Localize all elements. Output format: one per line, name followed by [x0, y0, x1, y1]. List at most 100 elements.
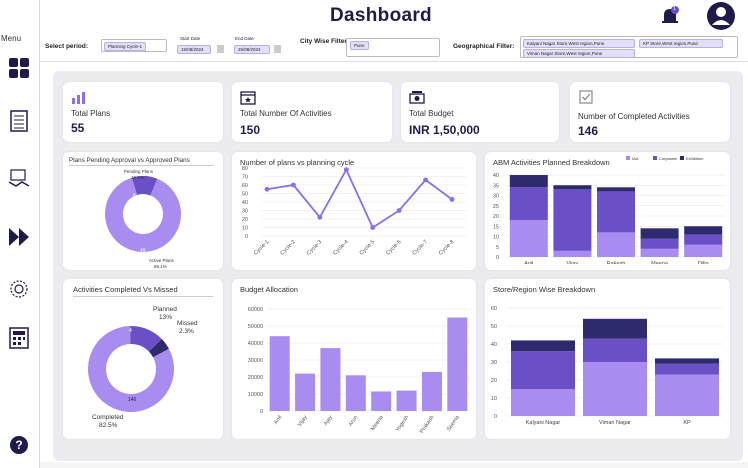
period-select[interactable]: Planning Cycle-1	[101, 39, 167, 52]
legend-swatch	[653, 156, 657, 160]
bar	[421, 371, 442, 411]
y-tick-label: 40000	[248, 341, 263, 347]
x-tick-label: Cycle-6	[385, 239, 402, 256]
slice-label: Missed	[177, 320, 198, 327]
bar-segment	[597, 232, 635, 257]
stacked-bar-chart-abm: 0 5 10 15 20 25 30 35 40 Anil Vijay Rakesh Meena Dili…	[493, 156, 725, 264]
city-select[interactable]: Pune	[346, 38, 440, 57]
x-tick-label: KP	[683, 420, 691, 426]
help-icon[interactable]: ?	[8, 434, 30, 456]
y-tick-label: 20	[242, 217, 248, 223]
bar-chart-icon	[72, 92, 85, 104]
x-tick-label: Anil	[524, 261, 533, 264]
geo-chip-1: Kalyani Nagar Store,West region,Pune	[523, 39, 635, 48]
bar-segment	[640, 248, 679, 257]
x-tick-label: Cycle-5	[359, 239, 376, 256]
checkbox-icon	[579, 90, 593, 104]
bar-segment	[553, 189, 592, 251]
legend-label: Exhibition	[686, 156, 703, 161]
svg-text:?: ?	[15, 438, 22, 452]
horizontal-scrollbar[interactable]	[40, 462, 748, 468]
geo-filter-label: Geographical Filter:	[453, 43, 515, 50]
bar-segment	[511, 389, 575, 416]
y-tick-label: 60	[491, 306, 497, 312]
y-tick-label: 10	[242, 226, 248, 232]
y-tick-label: 40	[242, 200, 248, 206]
bar-segment	[511, 351, 575, 389]
period-label: Select period:	[45, 43, 88, 50]
notification-bell-icon[interactable]: 1	[660, 6, 680, 26]
bar-segment	[583, 338, 647, 362]
grid-icon[interactable]	[8, 57, 30, 79]
end-date-input[interactable]: 25/08/2024	[234, 45, 270, 54]
kpi-label: Number of Completed Activities	[578, 112, 690, 121]
kpi-label: Total Number Of Activities	[240, 109, 332, 118]
start-date-input[interactable]: 15/08/2024	[177, 45, 211, 54]
y-tick-label: 10	[493, 235, 499, 241]
data-point	[423, 177, 428, 183]
menu-label: Menu	[1, 34, 22, 43]
x-tick-label: Rakesh	[607, 261, 626, 264]
y-tick-label: 0	[260, 409, 263, 415]
fast-forward-icon[interactable]	[8, 226, 30, 248]
x-tick-label: Vijay	[297, 415, 309, 428]
stacked-bar-chart-store: 0 10 20 30 40 50 60 Kalyani Nagar Viman Nagar KP	[491, 306, 723, 426]
chart-card-store: Store/Region Wise Breakdown 0 10 20 30 40 50 6…	[485, 279, 730, 439]
y-tick-label: 60	[242, 183, 248, 189]
bar-segment	[509, 187, 548, 221]
geo-chip-3: Viman Nagar Store,West region,Pune	[523, 49, 635, 58]
page-title: Dashboard	[330, 5, 432, 26]
kpi-card-total-activities: Total Number Of Activities 150	[232, 82, 392, 142]
bar-segment	[583, 318, 647, 339]
chart-card-budget: Budget Allocation 0 10000 20000 30000 40000 5…	[232, 279, 476, 439]
sidebar: Menu ?	[0, 0, 40, 468]
calculator-icon[interactable]	[8, 327, 30, 349]
bar-segment	[509, 220, 548, 257]
bar-chart-budget: 0 10000 20000 30000 40000 50000 60000 Anil Vijay…	[248, 307, 470, 435]
checklist-icon[interactable]	[8, 110, 30, 132]
y-tick-label: 20000	[248, 375, 263, 381]
bar-segment	[511, 340, 575, 352]
y-tick-label: 70	[242, 175, 248, 181]
user-avatar-icon[interactable]	[706, 1, 736, 31]
bar-segment	[640, 238, 679, 249]
bar-segment	[684, 234, 723, 245]
x-tick-label: Cycle-8	[438, 239, 455, 256]
settings-icon[interactable]	[8, 278, 30, 300]
kpi-card-completed: Number of Completed Activities 146	[570, 82, 730, 142]
x-tick-label: Prakash	[419, 415, 435, 435]
x-tick-label: Cycle-3	[306, 239, 323, 256]
y-tick-label: 80	[242, 166, 248, 172]
legend-label: Corporate	[659, 156, 678, 161]
x-tick-label: Kalyani Nagar	[526, 420, 561, 426]
y-tick-label: 10	[491, 396, 497, 402]
calendar-picker-icon[interactable]	[274, 45, 281, 53]
bar-segment	[553, 185, 592, 190]
x-tick-label: Anil	[273, 415, 283, 426]
bar-segment	[583, 362, 647, 416]
geo-select[interactable]: Kalyani Nagar Store,West region,Pune KP …	[520, 36, 738, 58]
x-tick-label: Yogesh	[395, 415, 410, 433]
slice-pct: 82.5%	[99, 422, 118, 429]
bar-segment	[655, 358, 719, 364]
kpi-value: 150	[240, 123, 261, 137]
y-tick-label: 40	[491, 342, 497, 348]
x-tick-label: Cycle-2	[279, 239, 296, 256]
y-tick-label: 0	[496, 255, 499, 261]
x-tick-label: Ajay	[323, 415, 334, 427]
kpi-value: 146	[578, 124, 599, 138]
y-tick-label: 50	[491, 324, 497, 330]
city-filter-label: City Wise Filter:	[300, 38, 350, 45]
y-tick-label: 5	[496, 245, 499, 251]
y-tick-label: 15	[493, 224, 499, 230]
y-tick-label: 50	[242, 192, 248, 198]
x-tick-label: Meena	[651, 261, 669, 264]
x-tick-label: Seema	[446, 414, 461, 432]
data-point	[396, 208, 402, 213]
calendar-picker-icon[interactable]	[217, 45, 224, 53]
y-tick-label: 20	[491, 378, 497, 384]
y-tick-label: 30	[493, 194, 499, 200]
handshake-icon[interactable]	[8, 168, 30, 190]
city-chip: Pune	[350, 41, 369, 50]
slice-value: 146	[128, 397, 137, 403]
